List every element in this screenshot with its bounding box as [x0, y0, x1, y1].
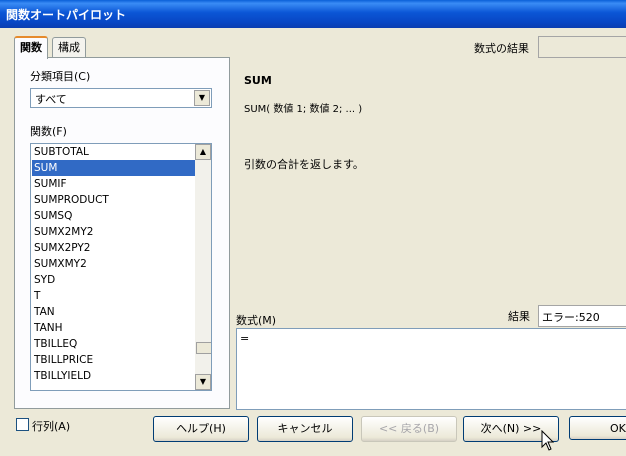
function-item-subtotal[interactable]: SUBTOTAL — [32, 144, 195, 160]
ok-button[interactable]: OK — [569, 416, 626, 440]
function-item-sumsq[interactable]: SUMSQ — [32, 208, 195, 224]
array-checkbox[interactable] — [16, 418, 29, 431]
function-item-sumxmy2[interactable]: SUMXMY2 — [32, 256, 195, 272]
function-item-sumif[interactable]: SUMIF — [32, 176, 195, 192]
function-item-sum[interactable]: SUM — [32, 160, 195, 176]
function-item-tbilleq[interactable]: TBILLEQ — [32, 336, 195, 352]
scroll-thumb[interactable] — [196, 342, 211, 354]
mouse-cursor-icon — [541, 430, 555, 451]
chevron-down-icon[interactable]: ▼ — [194, 90, 210, 106]
category-label: 分類項目(C) — [30, 70, 91, 83]
help-button[interactable]: ヘルプ(H) — [153, 416, 249, 442]
formula-result-field — [538, 36, 626, 58]
result-field: エラー:520 — [538, 305, 626, 327]
function-item-tbillyield[interactable]: TBILLYIELD — [32, 368, 195, 384]
result-value: エラー:520 — [542, 311, 600, 324]
result-label: 結果 — [508, 310, 530, 323]
scroll-down-icon[interactable]: ▼ — [195, 374, 211, 390]
tab-structure[interactable]: 構成 — [52, 37, 86, 58]
category-select[interactable]: すべて ▼ — [30, 88, 212, 108]
back-button[interactable]: << 戻る(B) — [361, 416, 457, 442]
formula-result-label: 数式の結果 — [474, 42, 529, 55]
function-item-sumx2my2[interactable]: SUMX2MY2 — [32, 224, 195, 240]
function-list-scrollbar[interactable]: ▲ ▼ — [195, 144, 211, 390]
function-item-sumx2py2[interactable]: SUMX2PY2 — [32, 240, 195, 256]
function-item-tan[interactable]: TAN — [32, 304, 195, 320]
function-syntax: SUM( 数値 1; 数値 2; ... ) — [244, 104, 363, 115]
function-label: 関数(F) — [30, 125, 67, 138]
formula-label: 数式(M) — [236, 314, 277, 327]
array-label: 行列(A) — [32, 420, 71, 433]
scroll-up-icon[interactable]: ▲ — [195, 144, 211, 160]
window-title: 関数オートパイロット — [6, 8, 127, 22]
category-value: すべて — [35, 93, 67, 106]
function-item-sumproduct[interactable]: SUMPRODUCT — [32, 192, 195, 208]
tab-functions[interactable]: 関数 — [14, 36, 48, 59]
function-item-tanh[interactable]: TANH — [32, 320, 195, 336]
function-item-syd[interactable]: SYD — [32, 272, 195, 288]
function-list[interactable]: SUBTOTAL SUM SUMIF SUMPRODUCT SUMSQ SUMX… — [30, 143, 212, 391]
function-name: SUM — [244, 74, 272, 87]
formula-editor[interactable]: = — [236, 328, 626, 410]
title-bar: 関数オートパイロット — [0, 0, 626, 28]
function-description: 引数の合計を返します。 — [244, 158, 364, 171]
function-item-tbillprice[interactable]: TBILLPRICE — [32, 352, 195, 368]
function-item-t[interactable]: T — [32, 288, 195, 304]
formula-text: = — [240, 332, 250, 345]
cancel-button[interactable]: キャンセル — [257, 416, 353, 442]
